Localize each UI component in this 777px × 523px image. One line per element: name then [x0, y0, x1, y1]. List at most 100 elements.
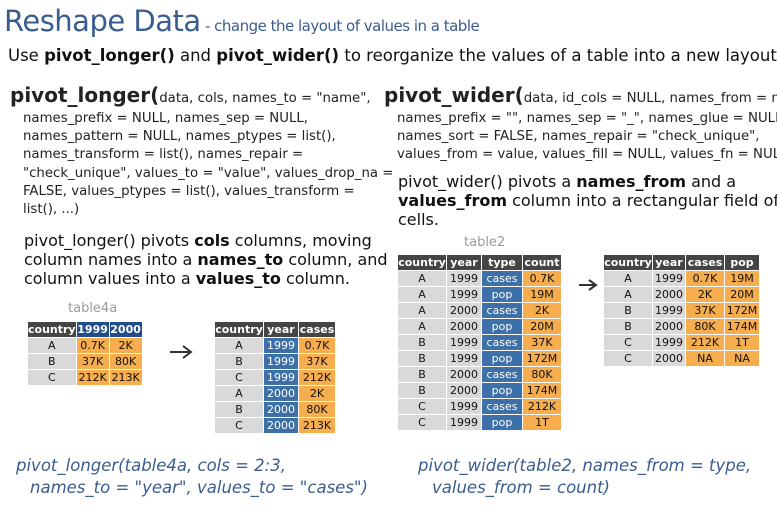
table-cell: 1999 [653, 303, 685, 318]
table-cell: B [398, 351, 446, 366]
table-cell: 172M [725, 303, 759, 318]
table-cell: 1999 [653, 271, 685, 286]
table-cell: A [398, 271, 446, 286]
code-line: pivot_wider(table2, names_from = type, [418, 456, 752, 475]
table-cell: A [215, 386, 263, 401]
desc-keyword-values-from: values_from [398, 191, 507, 210]
desc-text: pivot_wider() pivots a [398, 172, 577, 191]
table-cell: pop [482, 383, 522, 398]
sig-line: names_pattern = NULL, names_ptypes = lis… [23, 129, 336, 145]
table-cell: 80K [523, 367, 561, 382]
table-cell: cases [482, 303, 522, 318]
table-cell: A [604, 287, 652, 302]
column-header: 1999 [76, 322, 109, 337]
intro-pivot-wider: pivot_wider() [216, 46, 340, 65]
table-cell: C [398, 415, 446, 430]
table-cell: 174M [725, 319, 759, 334]
sig-line: values_from = value, values_fill = NULL,… [397, 147, 777, 163]
pivot-wider-signature: pivot_wider(data, id_cols = NULL, names_… [384, 84, 777, 165]
table-cell: 2000 [447, 383, 481, 398]
desc-text: columns, moving [229, 231, 372, 250]
sig-line: data, cols, names_to = "name", [159, 91, 371, 106]
table-row: B 2000 80K [215, 402, 335, 417]
table-cell: C [215, 418, 263, 433]
table-cell: 0.7K [523, 271, 561, 286]
column-header: country [215, 322, 263, 337]
table-cell: 2000 [264, 402, 298, 417]
table-cell: 19M [523, 287, 561, 302]
table-row: B 37K 80K [28, 354, 142, 369]
sig-line: names_transform = list(), names_repair = [23, 147, 304, 163]
table-cell: 2K [686, 287, 724, 302]
arrow-right-icon [579, 279, 598, 291]
table-cell: A [398, 287, 446, 302]
table-cell: 37K [686, 303, 724, 318]
table-cell: 80K [109, 354, 142, 369]
column-header: country [28, 322, 76, 337]
table-cell: 2K [109, 338, 142, 353]
sig-line: data, id_cols = NULL, names_from = name, [523, 91, 777, 106]
pivot-longer-description: pivot_longer() pivots cols columns, movi… [24, 231, 388, 288]
table-row: B 2000 80K 174M [604, 319, 759, 334]
table-cell: 0.7K [686, 271, 724, 286]
table-cell: 1999 [447, 399, 481, 414]
table-cell: 2000 [653, 287, 685, 302]
table-row: B 2000 pop 174M [398, 383, 561, 398]
table-cell: B [398, 367, 446, 382]
table2-caption: table2 [464, 235, 506, 250]
column-header: country [398, 255, 446, 270]
title-subtitle: - change the layout of values in a table [200, 17, 480, 35]
table-header-row: country year type count [398, 255, 561, 270]
table-cell: A [604, 271, 652, 286]
table-cell: C [215, 370, 263, 385]
pivot-longer-signature: pivot_longer(data, cols, names_to = "nam… [10, 83, 393, 219]
table-cell: 212K [76, 370, 109, 385]
table-cell: 1999 [447, 351, 481, 366]
sig-line: FALSE, values_ptypes = list(), values_tr… [23, 183, 355, 199]
column-header: 2000 [109, 322, 142, 337]
table-row: C 2000 NA NA [604, 351, 759, 366]
intro-post: to reorganize the values of a table into… [339, 46, 777, 65]
pivot-longer-function-name: pivot_longer( [10, 83, 160, 107]
column-header: country [604, 255, 652, 270]
desc-text: column into a rectangular field of [507, 191, 777, 210]
table-row: B 1999 pop 172M [398, 351, 561, 366]
column-header: cases [686, 255, 724, 270]
table-cell: C [604, 351, 652, 366]
table-cell: NA [725, 351, 759, 366]
table-row: A 2000 2K 20M [604, 287, 759, 302]
table-row: A 0.7K 2K [28, 338, 142, 353]
table-row: C 212K 213K [28, 370, 142, 385]
intro-text: Use pivot_longer() and pivot_wider() to … [8, 46, 777, 65]
table-row: B 1999 37K [215, 354, 335, 369]
code-line: names_to = "year", values_to = "cases") [30, 478, 368, 497]
table-row: C 1999 cases 212K [398, 399, 561, 414]
table-cell: pop [482, 351, 522, 366]
table-cell: B [398, 335, 446, 350]
table4a: country 1999 2000 A 0.7K 2K B 37K 80K C 212K 213K [27, 321, 143, 386]
table4a-caption: table4a [68, 301, 118, 316]
table-cell: 1T [523, 415, 561, 430]
desc-text: column. [280, 269, 350, 288]
table-row: A 1999 0.7K [215, 338, 335, 353]
table-cell: pop [482, 287, 522, 302]
table-cell: 2000 [653, 351, 685, 366]
table-cell: 37K [76, 354, 109, 369]
table-cell: A [28, 338, 76, 353]
table-cell: C [604, 335, 652, 350]
table-cell: 20M [523, 319, 561, 334]
table-cell: 1999 [264, 354, 298, 369]
pivot-wider-example-code: pivot_wider(table2, names_from = type, v… [418, 455, 751, 499]
intro-pivot-longer: pivot_longer() [44, 46, 175, 65]
table-cell: 1T [725, 335, 759, 350]
pivot-wider-description: pivot_wider() pivots a names_from and a … [398, 172, 777, 229]
table-cell: 2000 [653, 319, 685, 334]
table-row: A 1999 0.7K 19M [604, 271, 759, 286]
title-text: Reshape Data [4, 4, 201, 38]
column-header: cases [299, 322, 335, 337]
desc-text: column, and [283, 250, 388, 269]
pivot-wider-result-table: country year cases pop A 1999 0.7K 19M A 2000 2K 20… [603, 254, 760, 367]
table-row: B 1999 cases 37K [398, 335, 561, 350]
table-row: B 2000 cases 80K [398, 367, 561, 382]
column-header: year [264, 322, 298, 337]
